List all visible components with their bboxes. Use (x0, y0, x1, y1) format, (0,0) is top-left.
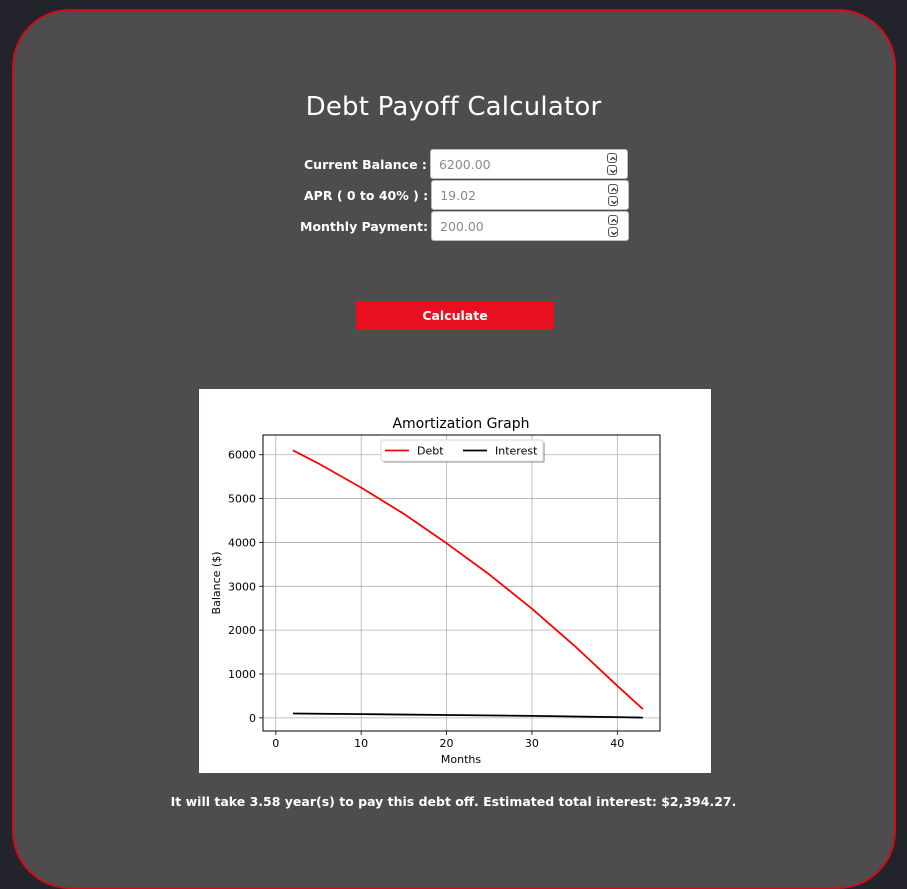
payment-input[interactable] (440, 218, 600, 234)
y-tick-label: 5000 (228, 493, 256, 506)
chart-title: Amortization Graph (392, 416, 529, 432)
chevron-up-icon[interactable] (606, 153, 617, 163)
x-tick-label: 10 (354, 737, 368, 750)
balance-spinner[interactable] (606, 152, 619, 178)
chevron-down-icon[interactable] (608, 196, 619, 206)
legend-label: Debt (417, 445, 444, 458)
payment-row: Monthly Payment: (300, 211, 629, 241)
x-tick-label: 20 (440, 737, 454, 750)
balance-label: Current Balance : (304, 156, 427, 172)
y-tick-label: 0 (249, 712, 256, 725)
legend-label: Interest (495, 445, 538, 458)
payment-field (431, 211, 629, 241)
y-tick-label: 3000 (228, 580, 256, 593)
series-line-debt (292, 449, 644, 710)
balance-input[interactable] (438, 156, 599, 172)
y-tick-label: 4000 (228, 536, 256, 549)
x-tick-label: 0 (272, 737, 279, 750)
chevron-up-icon[interactable] (608, 184, 619, 194)
y-tick-label: 1000 (228, 668, 256, 681)
apr-field (431, 180, 630, 210)
payment-label: Monthly Payment: (300, 218, 428, 234)
x-tick-label: 30 (525, 737, 539, 750)
plot-frame (262, 434, 661, 732)
balance-field (429, 149, 628, 179)
payment-spinner[interactable] (608, 214, 620, 240)
page-title: Debt Payoff Calculator (305, 92, 602, 122)
chevron-up-icon[interactable] (608, 215, 618, 225)
chevron-down-icon[interactable] (608, 227, 618, 237)
amortization-chart: 0 10 20 30 40 0 1000 2000 3000 4000 5000 6000 Amort… (210, 416, 661, 766)
calculate-button[interactable]: Calculate (356, 301, 554, 330)
x-axis-label: Months (441, 753, 481, 766)
series-line-interest (292, 712, 643, 719)
chevron-down-icon[interactable] (606, 165, 617, 175)
amortization-graph: 0 10 20 30 40 0 1000 2000 3000 4000 5000 6000 Amort… (199, 389, 711, 773)
y-tick-label: 2000 (228, 624, 256, 637)
apr-input[interactable] (440, 187, 601, 203)
apr-row: APR ( 0 to 40% ) : (304, 180, 630, 210)
x-tick-label: 40 (610, 737, 624, 750)
apr-label: APR ( 0 to 40% ) : (304, 187, 429, 203)
y-axis-label: Balance ($) (210, 552, 223, 615)
y-tick-label: 6000 (228, 449, 256, 462)
balance-row: Current Balance : (304, 149, 628, 179)
result-text: It will take 3.58 year(s) to pay this de… (170, 794, 737, 809)
apr-spinner[interactable] (608, 183, 620, 209)
